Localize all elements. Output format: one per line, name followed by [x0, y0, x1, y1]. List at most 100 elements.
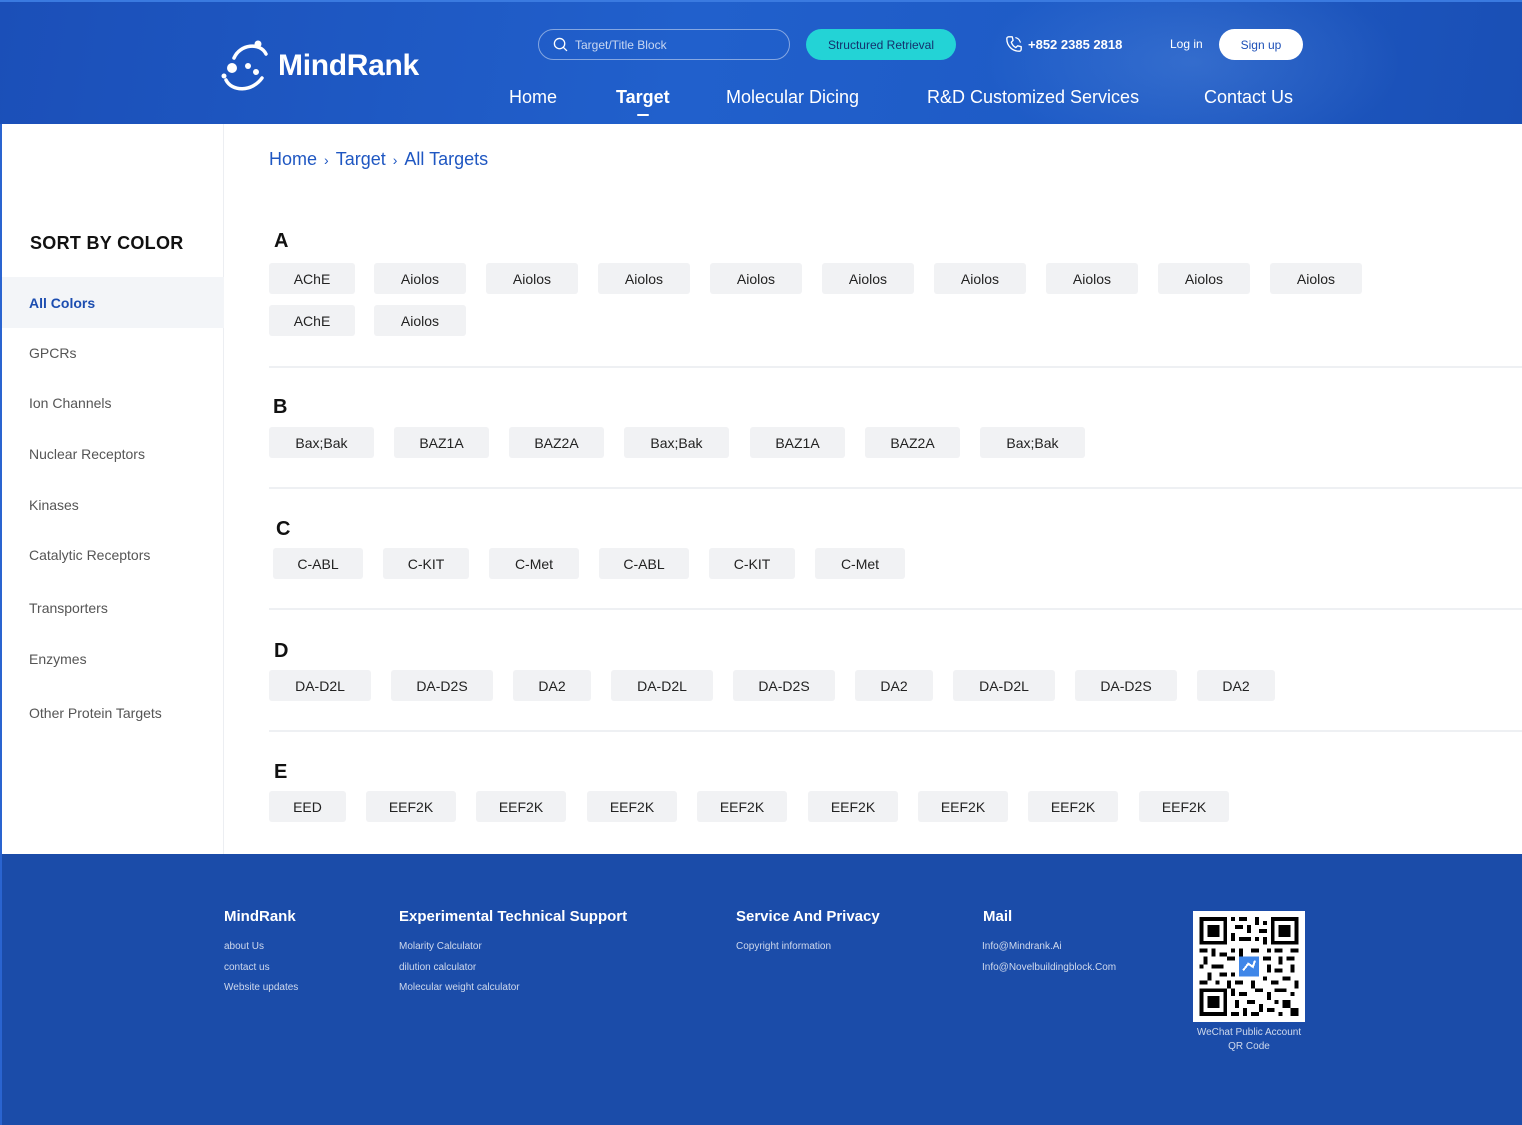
mindrank-logo-icon	[221, 40, 268, 91]
target-chip[interactable]: Aiolos	[486, 263, 578, 294]
target-chip[interactable]: Aiolos	[598, 263, 690, 294]
chevron-right-icon: ›	[392, 151, 398, 168]
sidebar-item-enzymes[interactable]: Enzymes	[2, 633, 224, 684]
target-chip[interactable]: AChE	[269, 305, 355, 336]
target-chip[interactable]: EEF2K	[476, 791, 566, 822]
target-chip[interactable]: Aiolos	[934, 263, 1026, 294]
target-chip[interactable]: C-ABL	[599, 548, 689, 579]
target-chip[interactable]: EED	[269, 791, 346, 822]
footer-link-molarity-calculator[interactable]: Molarity Calculator	[399, 941, 482, 952]
footer-link-website-updates[interactable]: Website updates	[224, 982, 298, 993]
sidebar-title: SORT BY COLOR	[30, 233, 184, 253]
target-chip[interactable]: BAZ2A	[509, 427, 604, 458]
footer-link-mail-novelbuildingblock[interactable]: Info@Novelbuildingblock.Com	[982, 962, 1116, 973]
footer-link-about-us[interactable]: about Us	[224, 941, 264, 952]
sidebar-item-all-colors[interactable]: All Colors	[2, 277, 224, 328]
sidebar-item-ion-channels[interactable]: Ion Channels	[2, 377, 224, 428]
search-box[interactable]	[538, 29, 790, 60]
search-input[interactable]	[575, 37, 775, 52]
login-link[interactable]: Log in	[1170, 37, 1203, 51]
phone-icon	[1006, 36, 1022, 52]
footer-heading-mindrank: MindRank	[224, 908, 296, 925]
target-chip[interactable]: DA-D2S	[1075, 670, 1177, 701]
target-chip[interactable]: Bax;Bak	[624, 427, 729, 458]
sidebar-item-nuclear-receptors[interactable]: Nuclear Receptors	[2, 428, 224, 479]
nav-rd-customized-services[interactable]: R&D Customized Services	[927, 87, 1139, 108]
target-chip[interactable]: C-Met	[489, 548, 579, 579]
breadcrumb-home[interactable]: Home	[269, 149, 317, 170]
group-letter-c: C	[276, 518, 291, 540]
target-chip[interactable]: DA2	[855, 670, 933, 701]
target-chip[interactable]: DA-D2L	[953, 670, 1055, 701]
sidebar-item-other-protein-targets[interactable]: Other Protein Targets	[2, 687, 224, 738]
target-chip[interactable]: BAZ1A	[750, 427, 845, 458]
target-chip[interactable]: BAZ2A	[865, 427, 960, 458]
target-chip[interactable]: C-Met	[815, 548, 905, 579]
phone-number: +852 2385 2818	[1028, 36, 1123, 52]
breadcrumb-all-targets: All Targets	[404, 149, 489, 169]
target-chip[interactable]: EEF2K	[697, 791, 787, 822]
breadcrumb: Home › Target › All Targets	[269, 149, 488, 170]
target-chip[interactable]: EEF2K	[587, 791, 677, 822]
section-divider	[269, 366, 1522, 368]
breadcrumb-target[interactable]: Target	[336, 149, 386, 170]
footer-heading-mail: Mail	[983, 908, 1013, 925]
target-chip[interactable]: DA2	[1197, 670, 1275, 701]
structured-retrieval-button[interactable]: Structured Retrieval	[806, 29, 956, 60]
target-chip[interactable]: Bax;Bak	[980, 427, 1085, 458]
sidebar-item-transporters[interactable]: Transporters	[2, 582, 224, 633]
nav-contact-us[interactable]: Contact Us	[1204, 87, 1293, 108]
category-sidebar: SORT BY COLOR All Colors GPCRs Ion Chann…	[0, 124, 224, 854]
target-chip[interactable]: Aiolos	[374, 305, 466, 336]
site-footer: MindRank about Us contact us Website upd…	[0, 854, 1522, 1125]
target-chip[interactable]: Aiolos	[374, 263, 466, 294]
target-chip[interactable]: Bax;Bak	[269, 427, 374, 458]
target-chip[interactable]: Aiolos	[710, 263, 802, 294]
footer-link-dilution-calculator[interactable]: dilution calculator	[399, 962, 476, 973]
target-chip[interactable]: AChE	[269, 263, 355, 294]
target-chip[interactable]: EEF2K	[918, 791, 1008, 822]
qr-caption: WeChat Public Account QR Code	[1196, 1027, 1302, 1052]
target-chip[interactable]: DA2	[513, 670, 591, 701]
footer-link-molecular-weight-calculator[interactable]: Molecular weight calculator	[399, 982, 520, 993]
target-chip[interactable]: DA-D2S	[391, 670, 493, 701]
target-chip[interactable]: EEF2K	[366, 791, 456, 822]
section-divider	[269, 487, 1522, 489]
target-chip[interactable]: BAZ1A	[394, 427, 489, 458]
target-chip[interactable]: C-KIT	[709, 548, 795, 579]
target-chip[interactable]: DA-D2S	[733, 670, 835, 701]
target-chip[interactable]: EEF2K	[1139, 791, 1229, 822]
group-letter-d: D	[274, 640, 289, 662]
target-chip[interactable]: C-ABL	[273, 548, 363, 579]
target-chip[interactable]: EEF2K	[1028, 791, 1118, 822]
search-icon	[553, 37, 568, 52]
group-letter-b: B	[273, 396, 288, 418]
target-chip[interactable]: Aiolos	[1158, 263, 1250, 294]
target-chip[interactable]: Aiolos	[1270, 263, 1362, 294]
footer-link-contact-us[interactable]: contact us	[224, 962, 270, 973]
group-letter-e: E	[274, 761, 288, 783]
section-divider	[269, 730, 1522, 732]
target-chip[interactable]: EEF2K	[808, 791, 898, 822]
signup-button[interactable]: Sign up	[1219, 29, 1303, 60]
target-chip[interactable]: C-KIT	[383, 548, 469, 579]
target-chip[interactable]: DA-D2L	[269, 670, 371, 701]
nav-molecular-dicing[interactable]: Molecular Dicing	[726, 87, 859, 108]
footer-link-copyright[interactable]: Copyright information	[736, 941, 831, 952]
target-chip[interactable]: Aiolos	[822, 263, 914, 294]
chevron-right-icon: ›	[324, 151, 329, 168]
sidebar-item-kinases[interactable]: Kinases	[2, 479, 224, 530]
sidebar-item-gpcrs[interactable]: GPCRs	[2, 327, 224, 378]
logo[interactable]: MindRank	[220, 38, 419, 94]
footer-link-mail-mindrank[interactable]: Info@Mindrank.Ai	[982, 941, 1062, 952]
nav-target[interactable]: Target	[616, 87, 670, 116]
qr-code-icon	[1193, 911, 1305, 1022]
footer-heading-tech-support: Experimental Technical Support	[399, 908, 628, 925]
section-divider	[269, 608, 1522, 610]
target-chip[interactable]: DA-D2L	[611, 670, 713, 701]
sidebar-item-catalytic-receptors[interactable]: Catalytic Receptors	[2, 529, 224, 580]
phone-contact[interactable]: +852 2385 2818	[1005, 35, 1122, 53]
target-chip[interactable]: Aiolos	[1046, 263, 1138, 294]
nav-home[interactable]: Home	[509, 87, 557, 108]
footer-heading-service-privacy: Service And Privacy	[736, 908, 880, 925]
